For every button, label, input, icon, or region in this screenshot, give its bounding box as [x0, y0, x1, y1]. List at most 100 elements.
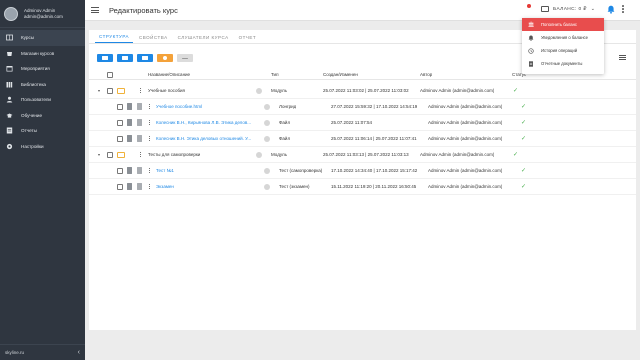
tab-report[interactable]: ОТЧЕТ — [235, 35, 261, 43]
row-menu-icon[interactable] — [149, 103, 151, 110]
menu-item-label: Пополнить баланс — [541, 22, 578, 27]
table-row[interactable]: Учебное пособие.html Лонгрид 27.07.2022 … — [89, 99, 636, 115]
published-check-icon: ✓ — [513, 88, 519, 94]
table-row[interactable]: Экзамен Тест (экзамен) 15.11.2022 11:19:… — [89, 179, 636, 195]
tab-structure[interactable]: СТРУКТУРА — [95, 34, 134, 43]
published-check-icon: ✓ — [513, 152, 519, 158]
table-row[interactable]: Колесник В.Н., Кирьянова Л.В. Этика дело… — [89, 115, 636, 131]
info-icon[interactable] — [264, 167, 270, 174]
sidebar-item-store[interactable]: Магазин курсов — [0, 46, 85, 62]
course-editor-card: СТРУКТУРА СВОЙСТВА СЛУШАТЕЛИ КУРСА ОТЧЕТ… — [89, 30, 636, 330]
sidebar-item-label: Магазин курсов — [21, 50, 55, 56]
row-checkbox[interactable] — [117, 183, 123, 190]
row-name-link[interactable]: Тест №1 — [156, 163, 174, 178]
info-icon[interactable] — [256, 151, 262, 158]
row-dates: 25.07.2022 11:03:13 | 25.07.2022 11:03:1… — [323, 152, 409, 157]
collapse-sidebar-icon[interactable]: ‹ — [78, 349, 80, 356]
table-row[interactable]: Колесник В.Н. Этика деловых отношений. У… — [89, 131, 636, 147]
row-name-link[interactable]: Колесник В.Н., Кирьянова Л.В. Этика дело… — [156, 115, 251, 130]
more-options-icon[interactable] — [622, 5, 624, 13]
collapse-caret-icon[interactable]: ▾ — [98, 88, 100, 93]
bell-icon — [528, 35, 534, 41]
education-icon — [6, 112, 13, 119]
minus-icon — [182, 57, 188, 59]
file-icon — [137, 119, 142, 126]
notifications-bell-icon[interactable] — [607, 5, 615, 14]
row-checkbox[interactable] — [107, 87, 113, 94]
select-all-checkbox[interactable] — [107, 71, 113, 78]
table-row[interactable]: Тест №1 Тест (самопроверка) 17.10.2022 1… — [89, 163, 636, 179]
row-type: Файл — [279, 136, 291, 141]
sidebar-item-education[interactable]: Обучение — [0, 108, 85, 124]
column-name[interactable]: Название/Описание — [148, 70, 190, 79]
row-checkbox[interactable] — [117, 167, 123, 174]
row-name-link[interactable]: Экзамен — [156, 179, 174, 194]
table-row[interactable]: ▾ Учебные пособия Модуль 25.07.2022 11:0… — [89, 83, 636, 99]
sidebar-item-users[interactable]: Пользователи — [0, 92, 85, 108]
row-type: Тест (самопроверка) — [279, 168, 323, 173]
user-profile[interactable]: Adminov Admin admin@admin.com — [0, 0, 85, 28]
row-menu-icon[interactable] — [149, 167, 151, 174]
info-icon[interactable] — [264, 119, 270, 126]
published-check-icon: ✓ — [521, 120, 527, 126]
sidebar-item-library[interactable]: Библиотека — [0, 77, 85, 93]
sidebar-item-settings[interactable]: Настройки — [0, 139, 85, 155]
operations-history-item[interactable]: История операций — [522, 44, 604, 57]
search-button[interactable] — [157, 54, 173, 62]
row-dates: 17.10.2022 14:34:40 | 17.10.2022 15:17:4… — [331, 168, 418, 173]
menu-icon[interactable] — [91, 7, 99, 13]
row-name-link[interactable]: Колесник В.Н. Этика деловых отношений. У… — [156, 131, 251, 146]
row-checkbox[interactable] — [107, 151, 113, 158]
row-menu-icon[interactable] — [140, 87, 142, 94]
delete-button[interactable] — [177, 54, 193, 62]
table-row[interactable]: ▾ Тесты для самопроверки Модуль 25.07.20… — [89, 147, 636, 163]
row-checkbox[interactable] — [117, 135, 123, 142]
folder-icon — [102, 56, 108, 60]
sidebar-item-label: Настройки — [21, 143, 44, 149]
row-author: Adminov Admin (admin@admin.com) — [428, 184, 503, 189]
row-name-link[interactable]: Учебное пособие.html — [156, 99, 202, 114]
add-folder-button[interactable] — [97, 54, 113, 62]
row-checkbox[interactable] — [117, 103, 123, 110]
row-menu-icon[interactable] — [140, 151, 142, 158]
info-icon[interactable] — [256, 87, 262, 94]
reporting-documents-item[interactable]: Отчетные документы — [522, 57, 604, 70]
search-icon — [163, 56, 167, 60]
tab-properties[interactable]: СВОЙСТВА — [135, 35, 172, 43]
filter-icon[interactable] — [619, 55, 626, 61]
page-title: Редактировать курс — [109, 5, 178, 15]
info-icon[interactable] — [264, 135, 270, 142]
row-type: Тест (экзамен) — [279, 184, 310, 189]
document-icon — [122, 56, 128, 60]
column-type[interactable]: Тип — [271, 70, 279, 79]
column-dates[interactable]: Создан/Изменен — [323, 70, 358, 79]
move-items-button[interactable] — [137, 54, 153, 62]
row-menu-icon[interactable] — [149, 183, 151, 190]
add-document-button[interactable] — [117, 54, 133, 62]
row-dates: 25.07.2022 11:06:14 | 25.07.2022 11:07:4… — [331, 136, 417, 141]
collapse-caret-icon[interactable]: ▾ — [98, 152, 100, 157]
sidebar-item-label: Пользователи — [21, 97, 51, 103]
reports-icon — [6, 127, 13, 134]
row-type: Модуль — [271, 152, 287, 157]
sidebar-item-courses[interactable]: Курсы — [0, 30, 85, 46]
balance-button[interactable]: БАЛАНС: 0 ₽ ⌄ — [541, 6, 595, 12]
info-icon[interactable] — [264, 183, 270, 190]
sidebar-item-events[interactable]: Мероприятия — [0, 61, 85, 77]
tab-listeners[interactable]: СЛУШАТЕЛИ КУРСА — [174, 35, 233, 43]
folder-icon — [117, 151, 125, 158]
sidebar-item-label: Библиотека — [21, 81, 46, 87]
users-icon — [6, 96, 13, 103]
row-name: Учебные пособия — [148, 88, 185, 93]
row-menu-icon[interactable] — [149, 119, 151, 126]
row-checkbox[interactable] — [117, 119, 123, 126]
page-icon — [137, 103, 142, 110]
document-icon — [127, 119, 132, 126]
balance-notifications-item[interactable]: Уведомления о балансе — [522, 31, 604, 44]
column-author[interactable]: Автор — [420, 70, 432, 79]
sidebar-item-reports[interactable]: Отчеты — [0, 123, 85, 139]
sidebar-item-label: Отчеты — [21, 128, 37, 134]
row-menu-icon[interactable] — [149, 135, 151, 142]
info-icon[interactable] — [264, 103, 270, 110]
top-up-balance-item[interactable]: 🏛 Пополнить баланс — [522, 18, 604, 31]
